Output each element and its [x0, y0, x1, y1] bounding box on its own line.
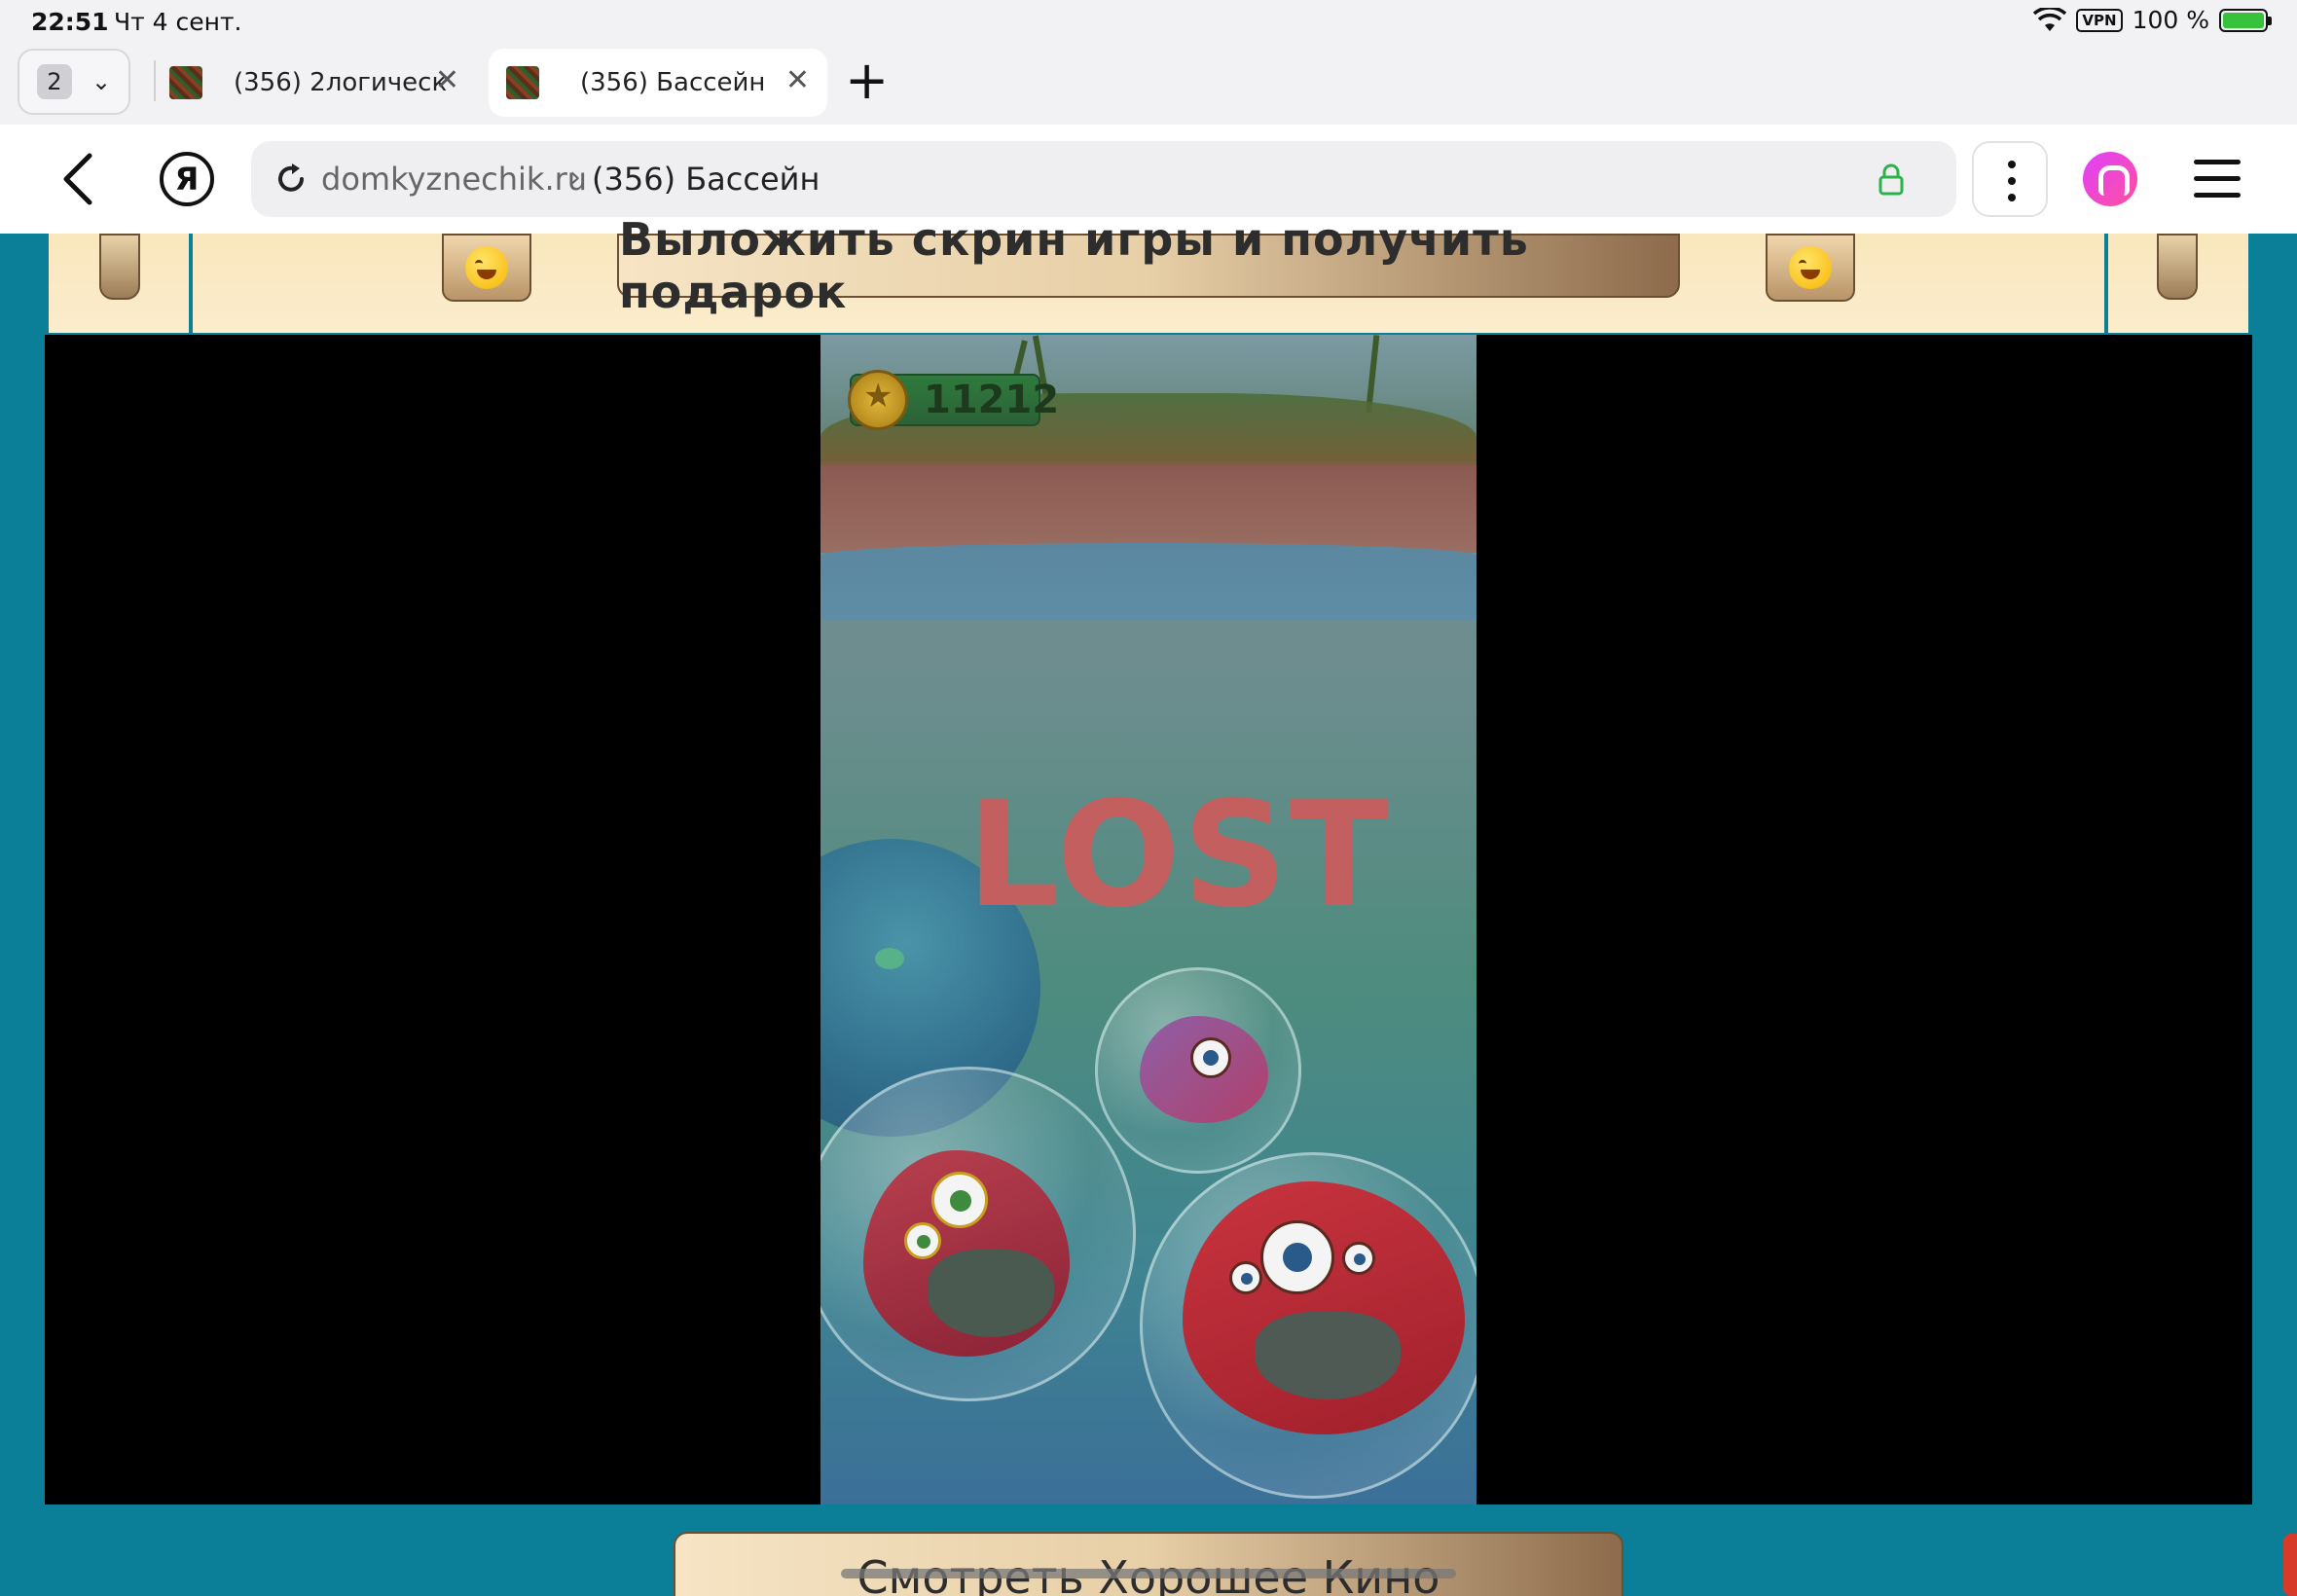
status-time: 22:51: [31, 8, 109, 36]
chevron-down-icon: ⌄: [91, 68, 112, 95]
alice-assistant-icon[interactable]: [2083, 152, 2137, 206]
wifi-icon: [2033, 7, 2067, 31]
banner-divider: [2104, 234, 2108, 333]
game-water-surface: [820, 543, 1477, 621]
watch-cinema-button[interactable]: Смотреть Хорошее Кино: [674, 1532, 1623, 1596]
url-page-title: (356) Бассейн: [592, 161, 820, 198]
game-frame: 11212 LOST: [45, 335, 2252, 1505]
game-over-lost-text: LOST: [966, 771, 1392, 940]
monster-eye: [931, 1172, 988, 1228]
back-arrow-icon[interactable]: [55, 150, 103, 208]
monster-mouth: [1255, 1312, 1401, 1399]
star-coin-icon: [848, 370, 908, 430]
tab-title: (356) Бассейн: [580, 68, 766, 97]
monster-eye: [904, 1222, 941, 1259]
status-indicators: VPN 100 %: [2033, 6, 2272, 34]
url-domain: domkyznechik.ru: [321, 161, 588, 198]
ball-spot: [875, 948, 904, 969]
new-tab-plus-icon[interactable]: +: [845, 54, 889, 107]
tab-switcher-button[interactable]: 2 ⌄: [18, 49, 130, 115]
menu-hamburger-icon[interactable]: [2194, 160, 2241, 199]
status-date: Чт 4 сент.: [114, 8, 242, 36]
more-options-button[interactable]: [1972, 141, 2048, 217]
address-bar[interactable]: domkyznechik.ru › (356) Бассейн: [251, 141, 1956, 217]
monster-eye: [1260, 1220, 1334, 1294]
favicon-icon: [169, 66, 202, 99]
tab-pool-active[interactable]: (356) Бассейн ✕: [489, 49, 827, 117]
hugging-face-icon: [465, 246, 508, 289]
url-separator: ›: [569, 161, 581, 195]
monster-eye: [1229, 1261, 1262, 1294]
hugging-face-icon: [1789, 246, 1832, 289]
game-shore: [820, 465, 1477, 553]
yandex-logo-button[interactable]: Я: [160, 152, 214, 206]
scroll-right-knob[interactable]: [2157, 234, 2198, 300]
reload-icon[interactable]: [273, 161, 310, 198]
tab-logic-games[interactable]: (356) 2логическ... ✕: [152, 49, 477, 117]
monster-eye: [1342, 1242, 1375, 1275]
monster-eye: [1190, 1037, 1231, 1078]
battery-icon: [2219, 8, 2272, 32]
monster-mouth: [928, 1250, 1054, 1337]
scroll-left-knob[interactable]: [99, 234, 140, 300]
close-tab-icon[interactable]: ✕: [785, 66, 810, 95]
side-tab-red[interactable]: [2283, 1534, 2297, 1596]
battery-percent: 100 %: [2132, 6, 2209, 34]
game-canvas[interactable]: 11212 LOST: [820, 335, 1477, 1505]
status-bar: 22:51 Чт 4 сент. VPN 100 %: [0, 0, 2297, 43]
tab-count: 2: [36, 64, 72, 99]
emoji-button-left[interactable]: [442, 234, 531, 302]
coin-counter: 11212: [924, 378, 1060, 422]
favicon-icon: [506, 66, 539, 99]
home-indicator[interactable]: [841, 1569, 1456, 1578]
vpn-badge: VPN: [2076, 8, 2123, 32]
page-banner: Выложить скрин игры и получить подарок: [49, 213, 2248, 333]
tab-strip: 2 ⌄ (356) 2логическ... ✕ (356) Бассейн ✕…: [0, 43, 2297, 125]
post-screenshot-button[interactable]: Выложить скрин игры и получить подарок: [617, 213, 1680, 318]
tab-title: (356) 2логическ...: [234, 68, 448, 97]
banner-divider: [189, 234, 193, 333]
close-tab-icon[interactable]: ✕: [435, 66, 459, 95]
lock-icon[interactable]: [1878, 163, 1904, 196]
emoji-button-right[interactable]: [1766, 234, 1855, 302]
